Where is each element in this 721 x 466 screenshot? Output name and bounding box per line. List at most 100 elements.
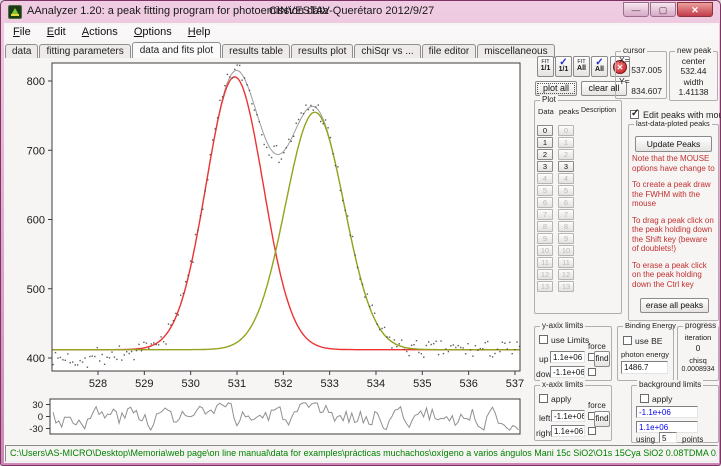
new-peak-width-label: width [683, 77, 704, 87]
cursor-x-value: 537.005 [631, 65, 662, 75]
binding-energy-group: Binding Energy use BE photon energy 1486… [617, 321, 678, 381]
chisq-label: chisq [689, 356, 707, 365]
bg-using-label: using [636, 435, 656, 444]
menu-help[interactable]: Help [180, 25, 219, 40]
y-use-limits-checkbox[interactable] [539, 335, 548, 344]
fit-button-2[interactable]: ✓ 1/1 [555, 56, 572, 77]
status-bar: C:\Users\AS-MICRO\Desktop\Memoria\web pa… [5, 445, 718, 462]
fit-toolbar: FIT 1/1 ✓ 1/1 FIT All ✓ All [537, 56, 608, 77]
plot-row-5: 55 [537, 180, 574, 196]
fit-button-1[interactable]: FIT 1/1 [537, 56, 554, 77]
menu-file[interactable]: File [5, 25, 39, 40]
menu-actions[interactable]: Actions [74, 25, 126, 40]
svg-text:800: 800 [27, 76, 45, 88]
y-limits-group: y-axix limits use Limits force up 1.1e+0… [534, 321, 612, 381]
col-description: Description [581, 107, 617, 114]
plot-row-11: 11 11 [537, 252, 574, 268]
titlebar: AAnalyzer 1.20: a peak fitting program f… [1, 1, 720, 23]
plot-row-2: 22 [537, 144, 574, 160]
plot-all-button[interactable]: plot all [535, 81, 577, 96]
cursor-caption: cursor [621, 46, 648, 55]
close-button[interactable]: ✕ [677, 2, 713, 17]
background-limits-group: background limits apply -1.1e+06 1.1e+06… [631, 380, 719, 444]
chisq-value: 0.0008934 [681, 366, 715, 373]
bg-upper-field[interactable]: -1.1e+06 [636, 406, 698, 418]
fit-button-3[interactable]: FIT All [573, 56, 590, 77]
x-right-field[interactable]: 1.1e+06 [551, 425, 585, 437]
new-peak-center-label: center [681, 56, 706, 66]
y-force-label: force [588, 342, 606, 351]
x-left-field[interactable]: -1.1e+06 [551, 410, 585, 422]
plot-row-0: 00 [537, 120, 574, 136]
app-icon [8, 5, 22, 19]
edit-peaks-checkbox[interactable] [630, 108, 639, 119]
plot-row-4: 44 [537, 168, 574, 184]
new-peak-caption: new peak [675, 46, 714, 55]
bg-points-field[interactable]: 5 [659, 432, 677, 443]
svg-text:30: 30 [32, 400, 43, 411]
x-apply-checkbox[interactable] [539, 394, 548, 403]
bg-apply-label: apply [652, 394, 673, 404]
progress-caption: progress [683, 321, 719, 330]
plot-row-1: 11 [537, 132, 574, 148]
tab-data-and-fits-plot[interactable]: data and fits plot [131, 42, 222, 58]
y-down-field[interactable]: -1.1e+06 [550, 366, 585, 378]
col-peaks: peaks [559, 107, 580, 116]
plot-rows: 0 0 1 1 2 2 3 3 4 4 5 5 6 6 7 7 8 8 9 9 10 10 11 11 12 12 13 13 [537, 120, 574, 292]
photon-energy-field[interactable]: 1486.7 [621, 361, 668, 374]
svg-text:534: 534 [367, 378, 385, 390]
data-button-13[interactable]: 13 [537, 281, 553, 292]
spectrum-plot[interactable]: 528 529 530 531 532 533 534 535 536 537 400 500 600 7… [5, 57, 531, 443]
y-down-force-checkbox[interactable] [588, 368, 596, 376]
x-limits-group: x-axix limits apply force left -1.1e+06 … [534, 380, 612, 441]
mouse-note-2: To create a peak draw the FWHM with the … [632, 180, 711, 208]
background-limits-caption: background limits [637, 380, 704, 389]
peaks-button-13[interactable]: 13 [558, 281, 574, 292]
svg-text:537: 537 [506, 378, 524, 390]
use-be-checkbox[interactable] [623, 336, 632, 345]
new-peak-group: new peak center 532.44 width 1.41138 [669, 46, 718, 101]
window-subtitle: CINVESTAV-Querétaro 2012/9/27 [269, 5, 435, 17]
maximize-button[interactable]: ▢ [650, 2, 676, 17]
y-find-button[interactable]: find [594, 351, 610, 367]
svg-text:528: 528 [89, 378, 107, 390]
minimize-button[interactable]: — [623, 2, 649, 17]
tab-bar: data fitting parameters data and fits plot… [5, 40, 718, 58]
col-data: Data [538, 107, 554, 116]
menu-options[interactable]: Options [126, 25, 180, 40]
plot-row-8: 88 [537, 216, 574, 232]
tab-chiSqr-vs-[interactable]: chiSqr vs ... [354, 44, 421, 58]
tab-fitting-parameters[interactable]: fitting parameters [39, 44, 131, 58]
fit-button-4[interactable]: ✓ All [591, 56, 608, 77]
svg-text:531: 531 [228, 378, 246, 390]
svg-text:532: 532 [274, 378, 292, 390]
cursor-x-label: X= [619, 55, 630, 65]
tab-results-table[interactable]: results table [222, 44, 291, 58]
y-up-label: up [539, 354, 549, 364]
bg-apply-checkbox[interactable] [640, 394, 649, 403]
use-be-label: use BE [635, 336, 663, 346]
photon-energy-label: photon energy [621, 350, 669, 359]
svg-text:500: 500 [27, 284, 45, 296]
tab-results-plot[interactable]: results plot [291, 44, 354, 58]
erase-all-peaks-button[interactable]: erase all peaks [640, 298, 709, 313]
x-right-force-checkbox[interactable] [588, 427, 596, 435]
x-find-button[interactable]: find [594, 411, 610, 427]
mouse-note-4: To erase a peak click on the peak holdin… [632, 260, 707, 289]
y-up-field[interactable]: 1.1e+06 [550, 351, 585, 363]
menu-edit[interactable]: Edit [39, 25, 74, 40]
tab-data[interactable]: data [5, 44, 39, 58]
tab-file-editor[interactable]: file editor [421, 44, 477, 58]
svg-text:536: 536 [459, 378, 477, 390]
last-peaks-caption: last-data-ploted peaks [634, 119, 712, 128]
svg-text:530: 530 [181, 378, 199, 390]
svg-text:400: 400 [27, 353, 45, 365]
svg-text:533: 533 [320, 378, 338, 390]
svg-text:-30: -30 [29, 424, 43, 435]
plot-row-3: 33 [537, 156, 574, 172]
svg-text:535: 535 [413, 378, 431, 390]
svg-text:600: 600 [27, 215, 45, 227]
update-peaks-button[interactable]: Update Peaks [635, 136, 712, 152]
plot-row-10: 10 10 [537, 240, 574, 256]
plot-group-caption: Plot [540, 95, 558, 104]
